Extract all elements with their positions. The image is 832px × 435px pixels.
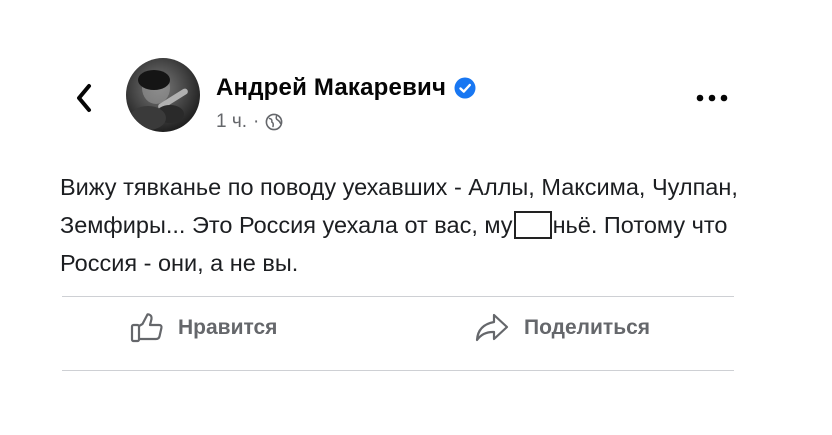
more-horizontal-icon <box>696 94 728 102</box>
verified-badge-icon <box>454 77 476 99</box>
like-label: Нравится <box>178 316 278 339</box>
meta-separator: · <box>253 111 260 132</box>
author-line: Андрей Макаревич <box>216 74 476 102</box>
like-button[interactable]: Нравится <box>130 312 277 344</box>
author-photo <box>130 70 188 130</box>
share-label: Поделиться <box>524 316 651 339</box>
censor-box <box>513 211 552 239</box>
globe-icon[interactable] <box>265 113 283 131</box>
thumbs-up-icon <box>130 313 163 343</box>
post-meta: 1 ч. · <box>216 111 283 133</box>
post-time[interactable]: 1 ч. <box>216 111 247 133</box>
divider-bottom <box>62 370 734 371</box>
chevron-left-icon <box>77 84 91 112</box>
share-arrow-icon <box>475 313 509 342</box>
avatar[interactable] <box>126 58 200 132</box>
more-options-button[interactable] <box>690 86 734 110</box>
back-button[interactable] <box>66 78 102 118</box>
author-name[interactable]: Андрей Макаревич <box>216 74 446 102</box>
share-button[interactable]: Поделиться <box>474 312 650 344</box>
divider-top <box>62 296 734 297</box>
post-text: Вижу тявканье по поводу уехавших - Аллы,… <box>60 168 760 282</box>
